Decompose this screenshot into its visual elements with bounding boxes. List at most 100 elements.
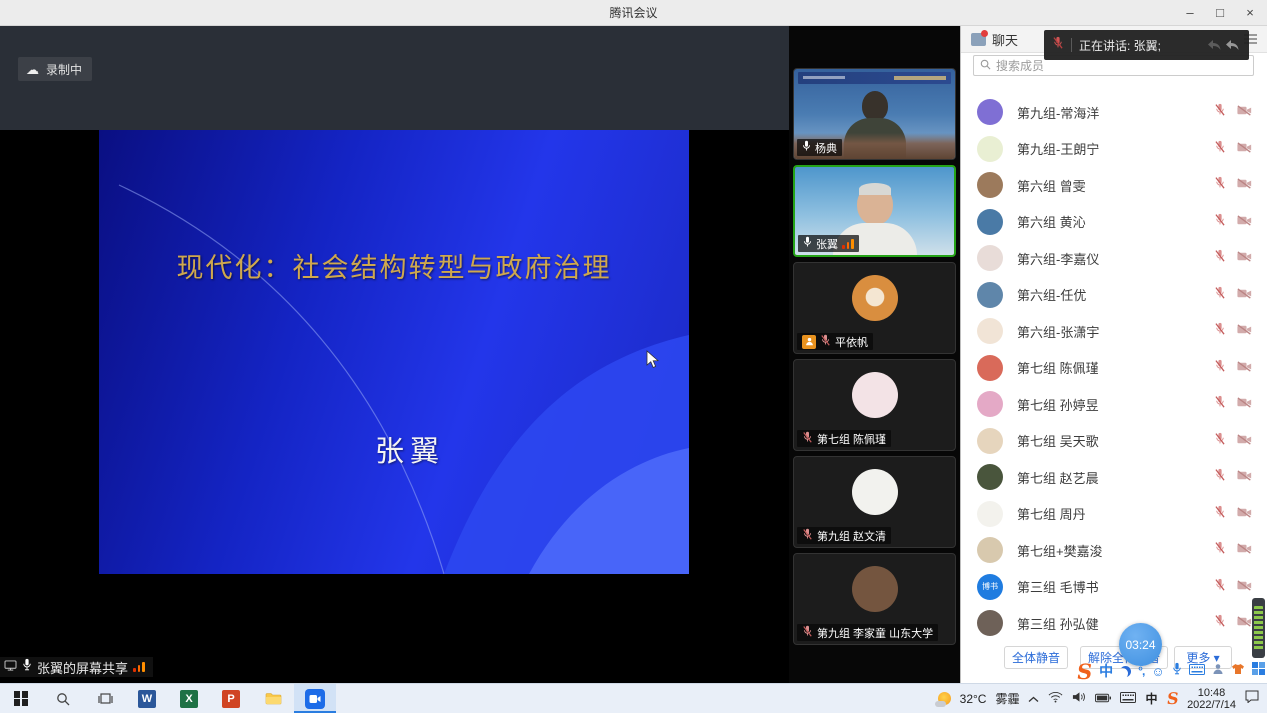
camera-muted-icon <box>1237 614 1252 632</box>
member-row[interactable]: 第六组-任优 <box>961 277 1267 314</box>
member-name: 第三组 孙弘健 <box>1017 614 1214 633</box>
mic-muted-icon <box>1214 103 1226 121</box>
member-row[interactable]: 第七组 赵艺晨 <box>961 459 1267 496</box>
touch-keyboard-icon[interactable] <box>1120 690 1136 708</box>
camera-muted-icon <box>1237 286 1252 304</box>
tab-chat[interactable]: 聊天 <box>971 30 1018 49</box>
weather-description[interactable]: 雾霾 <box>995 690 1019 707</box>
edge-toolbar-handle[interactable] <box>1252 598 1265 658</box>
word-icon: W <box>138 690 156 708</box>
member-row[interactable]: 第六组 曾雯 <box>961 167 1267 204</box>
search-input[interactable] <box>996 59 1247 73</box>
moon-mode-icon[interactable] <box>1120 666 1131 677</box>
task-view-icon <box>98 692 113 705</box>
member-name: 第九组-常海洋 <box>1017 103 1214 122</box>
skin-icon[interactable] <box>1231 662 1245 680</box>
video-tile[interactable]: 平依帆 <box>793 262 956 354</box>
member-row[interactable]: 第七组 吴天歌 <box>961 423 1267 460</box>
mute-all-button[interactable]: 全体静音 <box>1004 646 1068 669</box>
member-name: 第六组 曾雯 <box>1017 176 1214 195</box>
weather-temperature[interactable]: 32°C <box>960 692 987 706</box>
profile-icon[interactable] <box>1212 662 1224 680</box>
taskbar-clock[interactable]: 10:48 2022/7/14 <box>1187 687 1236 711</box>
member-row[interactable]: 第七组 陈佩瑾 <box>961 350 1267 387</box>
mic-muted-icon <box>1214 468 1226 486</box>
camera-muted-icon <box>1237 578 1252 596</box>
video-tile-active-speaker[interactable]: 张翼 <box>793 165 956 257</box>
mic-muted-icon <box>1214 140 1226 158</box>
member-name: 第六组-张潇宇 <box>1017 322 1214 341</box>
member-row[interactable]: 第六组-李嘉仪 <box>961 240 1267 277</box>
avatar <box>977 282 1003 308</box>
camera-muted-icon <box>1237 103 1252 121</box>
task-view-button[interactable] <box>84 684 126 713</box>
member-row[interactable]: 第三组 孙弘健 <box>961 605 1267 642</box>
member-name: 第六组 黄沁 <box>1017 212 1214 231</box>
banner-arrow-icons[interactable] <box>1207 39 1241 51</box>
minimize-button[interactable]: – <box>1175 0 1205 25</box>
wifi-icon[interactable] <box>1048 690 1063 708</box>
mic-muted-icon <box>802 624 813 642</box>
host-badge-icon <box>802 335 816 349</box>
taskbar-tray: 32°C 雾霾 中 S 10:48 2022/7/14 <box>938 684 1267 713</box>
taskbar-powerpoint-button[interactable]: P <box>210 684 252 713</box>
search-icon <box>980 57 991 75</box>
action-center-icon[interactable] <box>1245 690 1259 708</box>
punctuation-icon[interactable]: °, <box>1138 664 1144 678</box>
avatar-text: 博书 <box>982 581 998 592</box>
taskbar-search-button[interactable] <box>42 684 84 713</box>
video-tile[interactable]: 第七组 陈佩瑾 <box>793 359 956 451</box>
mic-muted-icon <box>1214 359 1226 377</box>
member-row[interactable]: 第七组+樊嘉浚 <box>961 532 1267 569</box>
close-button[interactable]: × <box>1235 0 1265 25</box>
emoji-icon[interactable]: ☺ <box>1151 665 1164 678</box>
member-row[interactable]: 第九组-王朗宁 <box>961 131 1267 168</box>
taskbar-word-button[interactable]: W <box>126 684 168 713</box>
tray-expand-icon[interactable] <box>1028 690 1039 708</box>
video-name-label: 张翼 <box>798 235 859 252</box>
mic-muted-icon <box>1214 322 1226 340</box>
sogou-tray-icon[interactable]: S <box>1165 689 1179 708</box>
member-row[interactable]: 第六组-张潇宇 <box>961 313 1267 350</box>
battery-icon[interactable] <box>1095 690 1111 708</box>
member-row[interactable]: 博书 第三组 毛博书 <box>961 569 1267 606</box>
member-name: 第七组 陈佩瑾 <box>1017 358 1214 377</box>
cloud-recording-icon: ☁ <box>26 63 39 76</box>
member-name: 第九组-王朗宁 <box>1017 139 1214 158</box>
member-name: 第七组 吴天歌 <box>1017 431 1214 450</box>
taskbar-meeting-button[interactable] <box>294 684 336 713</box>
weather-icon[interactable] <box>938 692 951 705</box>
video-tile[interactable]: 杨典 <box>793 68 956 160</box>
presentation-slide: 现代化：社会结构转型与政府治理 张翼 <box>99 130 689 574</box>
taskbar-apps: W X P <box>0 684 336 713</box>
volume-bars-icon <box>133 662 145 672</box>
member-row[interactable]: 第九组-常海洋 <box>961 94 1267 131</box>
taskbar-excel-button[interactable]: X <box>168 684 210 713</box>
screen-share-stage: ☁ 录制中 现代化：社会结构转型与政府治理 张翼 张翼的屏幕共享 <box>0 26 789 683</box>
member-row[interactable]: 第七组 周丹 <box>961 496 1267 533</box>
camera-muted-icon <box>1237 322 1252 340</box>
restore-button[interactable]: □ <box>1205 0 1235 25</box>
speaking-banner-text: 正在讲话: 张翼; <box>1079 37 1200 54</box>
mic-muted-icon <box>802 527 813 545</box>
sogou-logo-icon[interactable]: S <box>1076 661 1094 682</box>
ime-language-icon[interactable]: 中 <box>1099 661 1113 681</box>
mic-muted-icon <box>1214 541 1226 559</box>
video-thumbnail-column: 杨典 张翼 平依帆 <box>789 26 960 683</box>
start-button[interactable] <box>0 684 42 713</box>
video-tile[interactable]: 第九组 李家童 山东大学 <box>793 553 956 645</box>
voice-input-icon[interactable] <box>1172 662 1182 680</box>
ime-language-indicator[interactable]: 中 <box>1145 690 1157 707</box>
camera-muted-icon <box>1237 541 1252 559</box>
taskbar-explorer-button[interactable] <box>252 684 294 713</box>
video-name-label: 第九组 赵文清 <box>797 527 891 544</box>
toolbox-grid-icon[interactable] <box>1252 662 1265 680</box>
share-label: 张翼的屏幕共享 <box>37 658 128 677</box>
virtual-background-banner <box>798 72 951 84</box>
speaker-icon[interactable] <box>1072 690 1086 708</box>
member-row[interactable]: 第六组 黄沁 <box>961 204 1267 241</box>
video-tile[interactable]: 第九组 赵文清 <box>793 456 956 548</box>
mic-muted-icon <box>1214 213 1226 231</box>
member-row[interactable]: 第七组 孙婷昱 <box>961 386 1267 423</box>
soft-keyboard-icon[interactable] <box>1189 662 1205 680</box>
